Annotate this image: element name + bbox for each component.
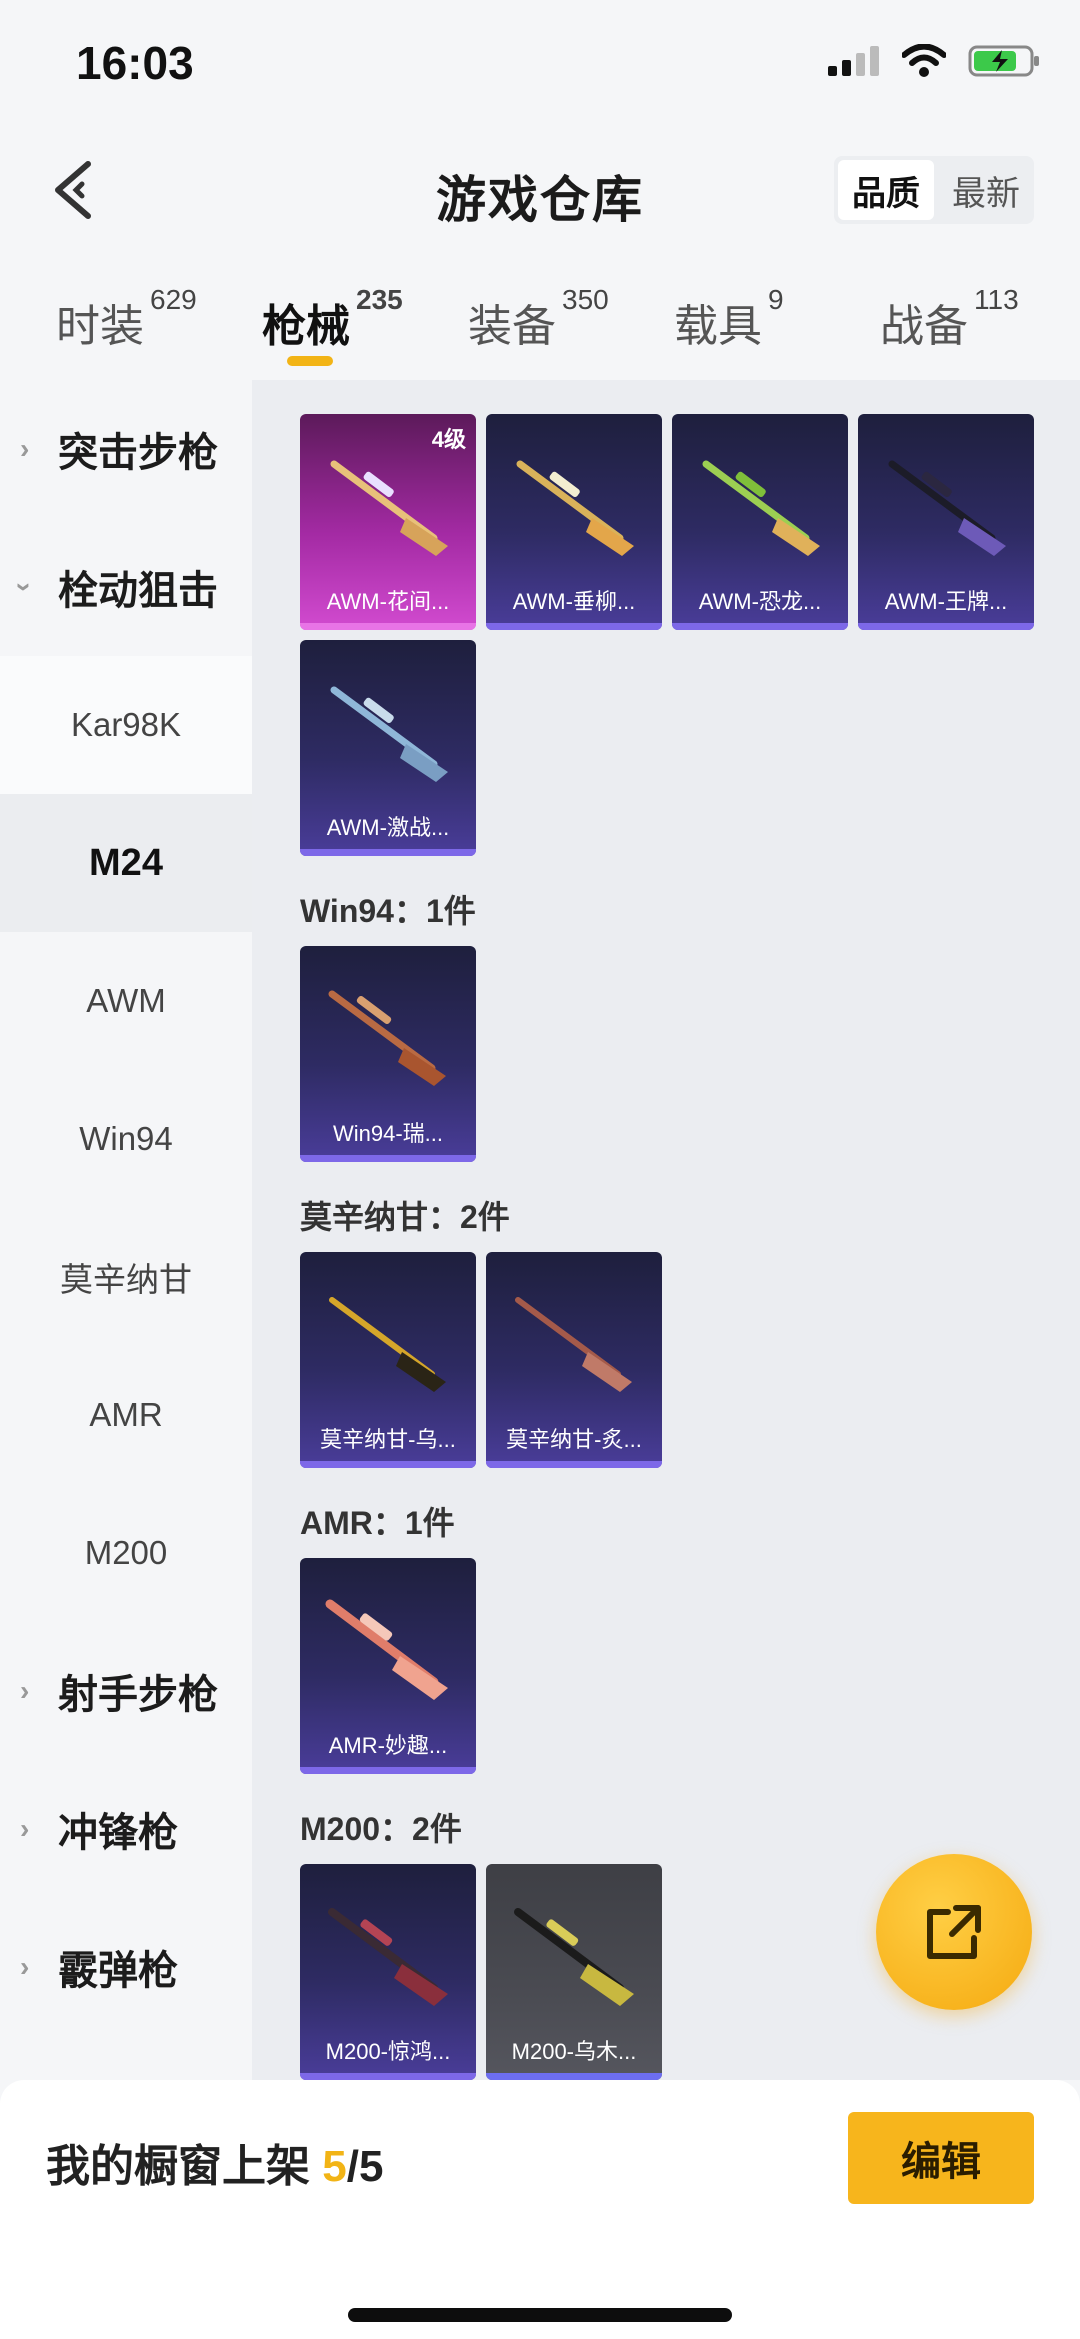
skin-card[interactable]: AWM-恐龙...: [672, 414, 848, 630]
card-label: AWM-激战...: [326, 815, 450, 840]
share-icon: [927, 1905, 981, 1959]
chevron-right-icon: ›: [20, 1675, 30, 1706]
card-label: M200-乌木...: [511, 2039, 637, 2064]
card-label: AWM-花间...: [326, 589, 450, 614]
sidebar-item-kar98k[interactable]: Kar98K: [0, 656, 252, 794]
card-label: AMR-妙趣...: [328, 1733, 448, 1758]
tab-supplies[interactable]: 战备113: [880, 284, 1019, 354]
sidebar-item-amr[interactable]: AMR: [0, 1346, 252, 1484]
tab-fashion[interactable]: 时装629: [56, 284, 197, 354]
sort-quality-button[interactable]: 品质: [838, 160, 934, 220]
rifle-icon: [329, 1297, 446, 1392]
skin-card[interactable]: 莫辛纳甘-炙...: [486, 1252, 662, 1468]
sidebar: › 突击步枪 › 栓动狙击 Kar98K M24 AWM Win94 莫辛纳甘 …: [0, 380, 252, 2080]
rifle-icon: [514, 1908, 634, 2006]
tab-weapons[interactable]: 枪械235: [262, 284, 403, 354]
skin-card[interactable]: AMR-妙趣...: [300, 1558, 476, 1774]
tab-equipment[interactable]: 装备350: [468, 284, 609, 354]
category-tabs: 时装629 枪械235 装备350 载具9 战备113: [0, 270, 1080, 380]
share-button[interactable]: [876, 1854, 1032, 2010]
section-title-mosin: 莫辛纳甘：2件: [300, 1199, 510, 1235]
rifle-icon: [325, 1599, 448, 1700]
rifle-icon: [702, 460, 820, 556]
chevron-right-icon: ›: [20, 1951, 30, 1982]
tab-vehicles[interactable]: 载具9: [674, 284, 784, 354]
sort-toggle: 品质 最新: [834, 156, 1034, 224]
rifle-icon: [515, 1297, 632, 1392]
sidebar-item-shotgun[interactable]: › 霰弹枪: [0, 1898, 252, 2036]
skin-card[interactable]: AWM-垂柳...: [486, 414, 662, 630]
chevron-right-icon: ›: [20, 1813, 30, 1844]
skin-card[interactable]: 莫辛纳甘-乌...: [300, 1252, 476, 1468]
rifle-icon: [328, 990, 446, 1086]
card-label: Win94-瑞...: [332, 1121, 444, 1146]
header: 游戏仓库 品质 最新: [0, 130, 1080, 250]
sidebar-item-awm[interactable]: AWM: [0, 932, 252, 1070]
skin-card[interactable]: AWM-王牌...: [858, 414, 1034, 630]
weapon-grid: 4级 AWM-花间... AWM-垂柳... AWM-恐龙... AWM-王牌.…: [252, 380, 1080, 2080]
sidebar-item-win94[interactable]: Win94: [0, 1070, 252, 1208]
skin-card[interactable]: M200-乌木...: [486, 1864, 662, 2080]
wifi-icon: [902, 44, 946, 77]
card-label: 莫辛纳甘-乌...: [320, 1427, 456, 1452]
sidebar-item-m24[interactable]: M24: [0, 794, 252, 932]
sort-latest-button[interactable]: 最新: [938, 156, 1034, 224]
rifle-icon: [330, 460, 448, 556]
card-label: AWM-恐龙...: [698, 589, 822, 614]
sidebar-item-bolt-sniper[interactable]: › 栓动狙击: [0, 518, 252, 656]
rifle-icon: [516, 460, 634, 556]
sidebar-item-marksman-rifle[interactable]: › 射手步枪: [0, 1622, 252, 1760]
battery-icon: [968, 45, 1039, 77]
skin-card[interactable]: AWM-激战...: [300, 640, 476, 856]
edit-button[interactable]: 编辑: [848, 2112, 1034, 2204]
signal-icon: [828, 46, 879, 76]
status-bar: 16:03: [0, 0, 1080, 130]
sidebar-item-smg[interactable]: › 冲锋枪: [0, 1760, 252, 1898]
sidebar-item-mosin[interactable]: 莫辛纳甘: [0, 1208, 252, 1346]
active-tab-indicator: [287, 356, 333, 366]
sidebar-item-m200[interactable]: M200: [0, 1484, 252, 1622]
chevron-down-icon: ›: [9, 582, 41, 592]
rifle-icon: [328, 1908, 448, 2006]
card-label: M200-惊鸿...: [325, 2039, 451, 2064]
bottom-bar: 我的橱窗上架 5/5 编辑: [0, 2080, 1080, 2339]
section-title-m200: M200：2件: [300, 1811, 462, 1847]
showcase-status: 我的橱窗上架 5/5: [46, 2142, 384, 2191]
skin-card[interactable]: Win94-瑞...: [300, 946, 476, 1162]
home-indicator: [348, 2308, 732, 2322]
card-label: 莫辛纳甘-炙...: [506, 1427, 642, 1452]
rifle-icon: [330, 686, 448, 782]
status-time: 16:03: [76, 37, 194, 89]
card-label: AWM-垂柳...: [512, 589, 636, 614]
section-title-amr: AMR：1件: [300, 1505, 455, 1541]
sidebar-item-assault-rifle[interactable]: › 突击步枪: [0, 380, 252, 518]
skin-card[interactable]: M200-惊鸿...: [300, 1864, 476, 2080]
skin-card[interactable]: 4级 AWM-花间...: [300, 414, 476, 630]
section-title-win94: Win94：1件: [300, 893, 476, 929]
rifle-icon: [888, 460, 1006, 556]
chevron-right-icon: ›: [20, 433, 30, 464]
card-label: AWM-王牌...: [884, 589, 1008, 614]
